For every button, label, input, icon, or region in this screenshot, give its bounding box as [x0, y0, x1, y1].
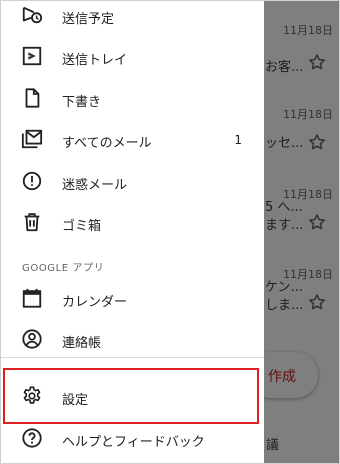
drawer-item-label: 迷惑メール [62, 178, 128, 193]
all-mail-icon [21, 128, 43, 150]
section-header-google-apps: GOOGLE アプリ [22, 263, 105, 274]
drawer-item-spam[interactable]: 迷惑メール [0, 161, 264, 203]
scheduled-send-icon [21, 4, 43, 26]
draft-icon [21, 87, 43, 109]
spam-icon [21, 170, 43, 192]
drawer-item-drafts[interactable]: 下書き [0, 78, 264, 120]
drawer-item-label: ヘルプとフィードバック [62, 435, 205, 450]
calendar-icon [21, 287, 43, 309]
drawer-item-outbox[interactable]: 送信トレイ [0, 36, 264, 78]
drawer-item-calendar[interactable]: カレンダー [0, 278, 264, 320]
drawer-item-label: ゴミ箱 [62, 219, 102, 234]
navigation-drawer: 送信予定 送信トレイ 下書き すべてのメール 1 迷惑メール ゴミ箱 GOOGL… [0, 0, 264, 464]
drawer-item-all-mail[interactable]: すべてのメール 1 [0, 119, 264, 161]
drawer-item-label: 送信トレイ [62, 53, 128, 68]
drawer-divider [0, 357, 264, 358]
settings-highlight-box [3, 368, 259, 424]
drawer-item-contacts[interactable]: 連絡帳 [0, 319, 264, 361]
drawer-item-label: カレンダー [62, 295, 128, 310]
help-icon [21, 427, 43, 449]
trash-icon [21, 211, 43, 233]
drawer-item-label: すべてのメール [62, 136, 152, 151]
drawer-item-label: 連絡帳 [62, 336, 102, 351]
drawer-item-label: 下書き [62, 95, 102, 110]
outbox-icon [21, 45, 43, 67]
drawer-item-help[interactable]: ヘルプとフィードバック [0, 418, 264, 460]
drawer-item-label: 送信予定 [62, 12, 115, 27]
drawer-item-trash[interactable]: ゴミ箱 [0, 202, 264, 244]
drawer-item-scheduled[interactable]: 送信予定 [0, 0, 264, 37]
contacts-icon [21, 328, 43, 350]
unread-count: 1 [234, 133, 242, 147]
